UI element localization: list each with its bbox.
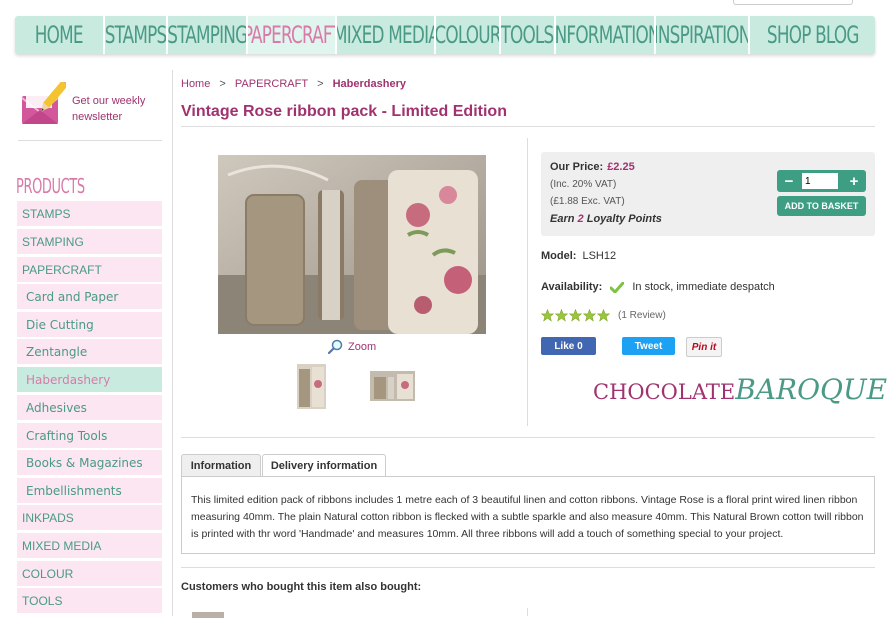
zoom-label: Zoom (348, 340, 377, 353)
star-icon (583, 309, 596, 322)
breadcrumb-papercraft[interactable]: PAPERCRAFT (235, 78, 308, 90)
sidebar-item-colour[interactable]: COLOUR (17, 561, 162, 586)
quantity-stepper: − + (777, 170, 866, 192)
model-label: Model: (541, 250, 577, 262)
model-value: LSH12 (582, 250, 617, 262)
brand-logo-part1: CHOCOLATE (593, 380, 736, 404)
magnifier-icon (328, 339, 343, 354)
loyalty-prefix: Earn (550, 213, 575, 225)
zoom-link[interactable]: Zoom (328, 339, 376, 354)
model-row: Model: LSH12 (541, 250, 616, 262)
loyalty-points: Earn 2 Loyalty Points (550, 213, 662, 225)
tweet-button[interactable]: Tweet (622, 337, 675, 355)
sidebar-item-die-cutting[interactable]: Die Cutting (17, 312, 162, 337)
availability-value: In stock, immediate despatch (632, 281, 775, 293)
price-row: Our Price: £2.25 (550, 161, 635, 173)
sidebar-item-books-magazines[interactable]: Books & Magazines (17, 450, 162, 475)
breadcrumb-separator: > (219, 78, 226, 90)
pin-label: Pin it (691, 341, 717, 353)
tweet-label: Tweet (634, 340, 663, 352)
brand-logo[interactable]: CHOCOLATEBAROQUE (593, 373, 887, 406)
sidebar-item-mixed-media[interactable]: MIXED MEDIA (17, 533, 162, 558)
sidebar-item-stamps[interactable]: STAMPS (17, 201, 162, 226)
newsletter-envelope-pencil-icon (21, 82, 66, 124)
sidebar-item-haberdashery[interactable]: Haberdashery (17, 367, 162, 392)
price-value: £2.25 (607, 161, 635, 173)
sidebar-item-crafting-tools[interactable]: Crafting Tools (17, 423, 162, 448)
pinterest-pin-button[interactable]: Pin it (686, 337, 722, 357)
star-icon (541, 309, 554, 322)
sidebar-item-inkpads[interactable]: INKPADS (17, 505, 162, 530)
price-label: Our Price: (550, 161, 604, 173)
star-icon (597, 309, 610, 322)
nav-home[interactable]: HOME (15, 16, 103, 54)
breadcrumb-home[interactable]: Home (181, 78, 210, 90)
sidebar-item-tools[interactable]: TOOLS (17, 588, 162, 613)
breadcrumb: Home > PAPERCRAFT > Haberdashery (181, 78, 412, 90)
page-title: Vintage Rose ribbon pack - Limited Editi… (181, 103, 507, 120)
loyalty-points-value: 2 (577, 213, 584, 225)
newsletter-signup[interactable]: Get our weekly newsletter (18, 78, 162, 141)
facebook-like-button[interactable]: Like 0 (541, 337, 596, 355)
loyalty-suffix: Loyalty Points (586, 213, 662, 225)
also-bought-heading: Customers who bought this item also boug… (181, 581, 422, 593)
price-inc-vat: (Inc. 20% VAT) (550, 179, 617, 190)
breadcrumb-separator: > (317, 78, 324, 90)
like-label: Like 0 (554, 340, 583, 352)
tab-panel-information: This limited edition pack of ribbons inc… (181, 476, 875, 554)
also-bought-thumbnail[interactable] (192, 612, 224, 618)
image-info-divider (527, 138, 528, 426)
check-icon (610, 281, 625, 293)
ribbon-photo (218, 155, 486, 334)
products-heading: PRODUCTS (16, 174, 85, 198)
nav-papercraft[interactable]: PAPERCRAFT (246, 16, 336, 54)
section-divider (181, 567, 875, 568)
also-bought-divider (527, 608, 528, 616)
star-icon (555, 309, 568, 322)
breadcrumb-current[interactable]: Haberdashery (333, 78, 406, 90)
section-divider (181, 437, 875, 438)
sidebar-item-stamping[interactable]: STAMPING (17, 229, 162, 254)
quantity-decrease-button[interactable]: − (778, 170, 800, 192)
nav-mixed-media[interactable]: MIXED MEDIA (335, 16, 434, 54)
tab-delivery-information[interactable]: Delivery information (262, 454, 386, 477)
price-exc-vat: (£1.88 Exc. VAT) (550, 196, 625, 207)
star-icon (569, 309, 582, 322)
product-description: This limited edition pack of ribbons inc… (191, 494, 864, 540)
title-divider (181, 126, 875, 127)
tab-information[interactable]: Information (181, 454, 261, 477)
rating[interactable]: (1 Review) (541, 309, 666, 322)
content-divider (172, 70, 173, 616)
sidebar-item-embellishments[interactable]: Embellishments (17, 478, 162, 503)
review-count-link[interactable]: (1 Review) (618, 310, 666, 321)
sidebar-item-card-and-paper[interactable]: Card and Paper (17, 284, 162, 309)
sidebar-item-papercraft[interactable]: PAPERCRAFT (17, 257, 162, 282)
top-right-box (733, 0, 853, 5)
quantity-increase-button[interactable]: + (843, 170, 865, 192)
nav-stamps[interactable]: STAMPS (103, 16, 166, 54)
nav-inspiration[interactable]: INSPIRATION (653, 16, 748, 54)
thumbnail-image (299, 367, 324, 407)
main-nav: HOME STAMPS STAMPING PAPERCRAFT MIXED ME… (15, 16, 875, 54)
product-thumbnail-2[interactable] (370, 371, 415, 401)
add-to-basket-button[interactable]: ADD TO BASKET (777, 196, 866, 216)
sidebar-item-adhesives[interactable]: Adhesives (17, 395, 162, 420)
newsletter-text: Get our weekly newsletter (72, 95, 146, 123)
product-thumbnail-1[interactable] (297, 364, 326, 409)
availability-row: Availability: In stock, immediate despat… (541, 281, 775, 293)
nav-colour[interactable]: COLOUR (434, 16, 499, 54)
availability-label: Availability: (541, 281, 603, 293)
thumbnail-image (374, 374, 413, 399)
nav-shop-blog[interactable]: SHOP BLOG (747, 16, 875, 54)
nav-information[interactable]: INFORMATION (553, 16, 654, 54)
nav-stamping[interactable]: STAMPING (165, 16, 246, 54)
product-image[interactable] (218, 155, 486, 334)
sidebar-item-zentangle[interactable]: Zentangle (17, 339, 162, 364)
price-box: Our Price: £2.25 (Inc. 20% VAT) (£1.88 Ex… (541, 152, 875, 236)
brand-logo-part2: BAROQUE (735, 373, 888, 406)
nav-tools[interactable]: TOOLS (498, 16, 554, 54)
quantity-input[interactable] (802, 173, 838, 189)
